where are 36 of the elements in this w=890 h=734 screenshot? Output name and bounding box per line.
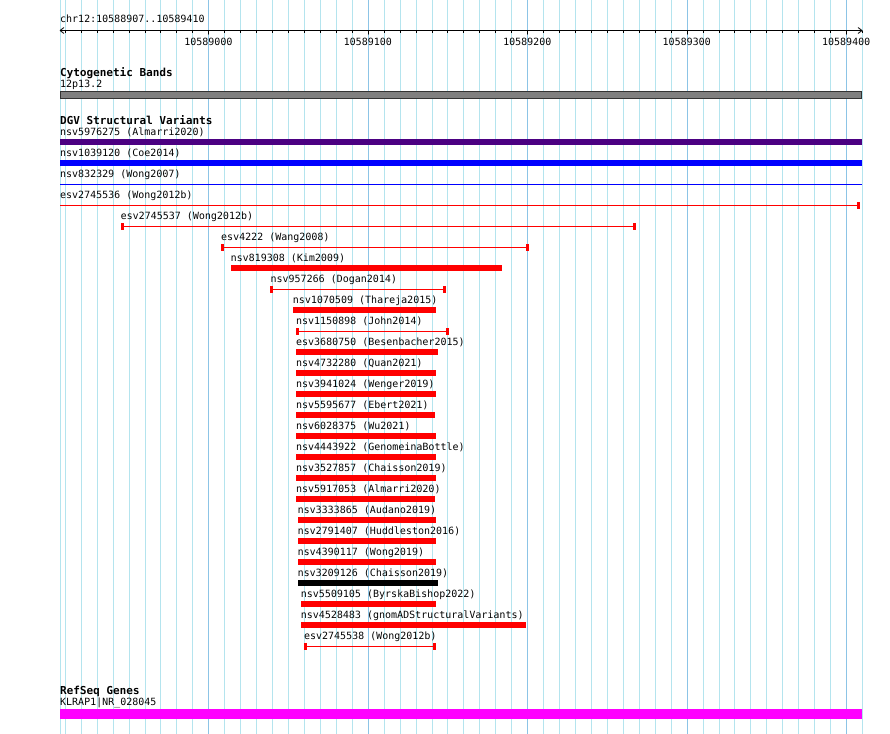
- feature-label: esv2745538 (Wong2012b): [304, 631, 436, 643]
- tick-label: 10589100: [344, 37, 392, 49]
- tick-label: 10589400: [822, 37, 870, 49]
- feature-label: nsv2791407 (Huddleston2016): [298, 526, 460, 538]
- tick-label: 10589200: [503, 37, 552, 49]
- feature-label: nsv957266 (Dogan2014): [270, 274, 397, 286]
- feature-label: nsv4528483 (gnomADStructuralVariants): [300, 610, 524, 622]
- feature-label: nsv5917053 (Almarri2020): [296, 484, 440, 496]
- feature-label: nsv832329 (Wong2007): [60, 169, 180, 181]
- tick-label: 10589300: [662, 37, 711, 49]
- feature-label: nsv4732280 (Quan2021): [296, 358, 422, 370]
- tick-label: 10589000: [184, 37, 232, 49]
- feature-label: 12p13.2: [60, 79, 102, 91]
- track-title: DGV Structural Variants: [60, 115, 214, 127]
- feature-label: nsv1150898 (John2014): [296, 316, 422, 328]
- feature-label: nsv5509105 (ByrskaBishop2022): [300, 589, 476, 601]
- feature-label: esv4222 (Wang2008): [221, 232, 330, 244]
- feature-label: nsv3941024 (Wenger2019): [296, 379, 434, 391]
- feature-label: nsv3209126 (Chaisson2019): [298, 568, 448, 580]
- feature-label: nsv1039120 (Coe2014): [60, 148, 180, 160]
- feature-label: nsv1070509 (Thareja2015): [292, 295, 438, 307]
- feature-label: nsv3333865 (Audano2019): [298, 505, 436, 517]
- feature-label: nsv4390117 (Wong2019): [298, 547, 424, 559]
- feature-label: nsv3527857 (Chaisson2019): [296, 463, 446, 475]
- feature-label: KLRAP1|NR_028045: [60, 697, 156, 709]
- track-title: RefSeq Genes: [60, 685, 140, 697]
- feature-label: nsv5976275 (Almarri2020): [60, 127, 204, 139]
- feature-label: esv2745536 (Wong2012b): [60, 190, 192, 202]
- feature-label: esv2745537 (Wong2012b): [120, 211, 254, 223]
- feature-label: nsv6028375 (Wu2021): [296, 421, 410, 433]
- feature-label: nsv819308 (Kim2009): [230, 253, 345, 265]
- feature-label: nsv4443922 (GenomeinaBottle): [296, 442, 465, 454]
- location-label: chr12:10588907..10589410: [60, 14, 206, 27]
- feature-label: esv3680750 (Besenbacher2015): [296, 337, 465, 349]
- track-title: Cytogenetic Bands: [60, 67, 174, 79]
- feature-label: nsv5595677 (Ebert2021): [296, 400, 428, 412]
